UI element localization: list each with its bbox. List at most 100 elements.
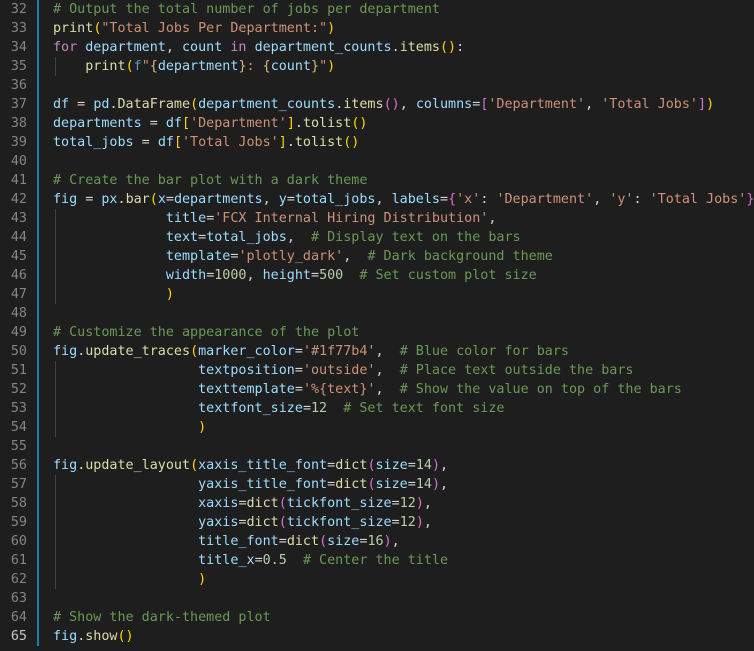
code-token: # Set custom plot size bbox=[359, 268, 537, 283]
code-line[interactable]: 53 textfont_size=12 # Set text font size bbox=[0, 399, 754, 418]
code-token: title bbox=[165, 211, 207, 226]
code-token: size bbox=[327, 534, 360, 549]
code-token: { bbox=[262, 59, 271, 74]
code-line[interactable]: 36 bbox=[0, 76, 754, 95]
code-token: 12 bbox=[399, 496, 416, 511]
code-line[interactable]: 63 bbox=[0, 589, 754, 608]
line-number: 44 bbox=[10, 230, 27, 245]
line-number: 52 bbox=[10, 382, 27, 397]
code-token: bar bbox=[125, 192, 150, 207]
code-token: , bbox=[585, 97, 602, 112]
code-line[interactable]: 42 fig = px.bar(x=departments, y=total_jo… bbox=[0, 190, 754, 209]
code-token: ( bbox=[278, 496, 287, 511]
code-line[interactable]: 43 title='FCX Internal Hiring Distributi… bbox=[0, 209, 754, 228]
code-token: title_x bbox=[198, 553, 255, 568]
code-token: dict bbox=[246, 515, 279, 530]
code-line[interactable]: 52 texttemplate='%{text}', # Show the va… bbox=[0, 380, 754, 399]
code-token: () bbox=[383, 97, 400, 112]
code-token: . bbox=[286, 135, 295, 150]
code-token: y bbox=[278, 192, 287, 207]
code-line[interactable]: 47 ) bbox=[0, 285, 754, 304]
code-token: , bbox=[375, 382, 400, 397]
code-line[interactable]: 37 df = pd.DataFrame(department_counts.it… bbox=[0, 95, 754, 114]
code-line[interactable]: 46 width=1000, height=500 # Set custom p… bbox=[0, 266, 754, 285]
code-token: # Set text font size bbox=[343, 401, 505, 416]
code-line[interactable]: 60 title_font=dict(size=16), bbox=[0, 532, 754, 551]
code-token: 12 bbox=[311, 401, 328, 416]
code-token: total_jobs bbox=[206, 230, 287, 245]
code-token: . bbox=[391, 40, 400, 55]
code-token: ) bbox=[431, 477, 440, 492]
code-token: 'Department' bbox=[496, 192, 594, 207]
code-token: "Total Jobs Per Department:" bbox=[101, 21, 328, 36]
code-token: 'Department' bbox=[190, 116, 287, 131]
code-line[interactable]: 41 # Create the bar plot with a dark them… bbox=[0, 171, 754, 190]
line-number: 54 bbox=[10, 420, 27, 435]
code-line[interactable]: 34 for department, count in department_co… bbox=[0, 38, 754, 57]
modified-gutter-indicator bbox=[37, 456, 39, 475]
code-token: = bbox=[286, 192, 295, 207]
code-token: x bbox=[157, 192, 166, 207]
line-number: 57 bbox=[10, 477, 27, 492]
code-token: = bbox=[294, 363, 303, 378]
line-number: 37 bbox=[10, 97, 27, 112]
code-line[interactable]: 33 print("Total Jobs Per Department:") bbox=[0, 19, 754, 38]
code-line[interactable]: 64 # Show the dark-themed plot bbox=[0, 608, 754, 627]
modified-gutter-indicator bbox=[37, 304, 39, 323]
modified-gutter-indicator bbox=[37, 589, 39, 608]
code-line[interactable]: 54 ) bbox=[0, 418, 754, 437]
code-token: xaxis bbox=[198, 496, 239, 511]
code-token: , bbox=[286, 230, 311, 245]
line-number: 63 bbox=[10, 591, 27, 606]
code-line[interactable]: 35 print(f"{department}: {count}") bbox=[0, 57, 754, 76]
line-number: 64 bbox=[10, 610, 27, 625]
code-line[interactable]: 51 textposition='outside', # Place text … bbox=[0, 361, 754, 380]
code-token: () bbox=[440, 40, 457, 55]
code-line[interactable]: 49 # Customize the appearance of the plot bbox=[0, 323, 754, 342]
code-token: items bbox=[343, 97, 384, 112]
code-token: show bbox=[85, 629, 118, 644]
code-token: update_traces bbox=[85, 344, 191, 359]
code-token: px bbox=[101, 192, 118, 207]
code-token: # Show the value on top of the bars bbox=[399, 382, 682, 397]
code-token: { bbox=[149, 59, 158, 74]
code-token: = bbox=[69, 97, 94, 112]
code-line[interactable]: 61 title_x=0.5 # Center the title bbox=[0, 551, 754, 570]
code-token: 'outside' bbox=[302, 363, 376, 378]
code-token: DataFrame bbox=[117, 97, 191, 112]
code-line[interactable]: 57 yaxis_title_font=dict(size=14), bbox=[0, 475, 754, 494]
code-text: title_font=dict(size=16), bbox=[53, 532, 400, 551]
code-token: ( bbox=[278, 515, 287, 530]
code-line[interactable]: 59 yaxis=dict(tickfont_size=12), bbox=[0, 513, 754, 532]
code-token: departments bbox=[53, 116, 142, 131]
code-text: departments = df['Department'].tolist() bbox=[53, 114, 367, 133]
code-editor[interactable]: 32 # Output the total number of jobs per … bbox=[0, 0, 754, 651]
code-line[interactable]: 45 template='plotly_dark', # Dark backgr… bbox=[0, 247, 754, 266]
code-line[interactable]: 39 total_jobs = df['Total Jobs'].tolist() bbox=[0, 133, 754, 152]
code-line[interactable]: 58 xaxis=dict(tickfont_size=12), bbox=[0, 494, 754, 513]
code-line[interactable]: 50 fig.update_traces(marker_color='#1f77b… bbox=[0, 342, 754, 361]
code-token: = bbox=[77, 192, 102, 207]
line-number: 59 bbox=[10, 515, 27, 530]
code-line[interactable]: 32 # Output the total number of jobs per … bbox=[0, 0, 754, 19]
code-line[interactable]: 40 bbox=[0, 152, 754, 171]
code-token: 'y' bbox=[609, 192, 634, 207]
code-token: : bbox=[633, 192, 650, 207]
code-token: } bbox=[311, 59, 320, 74]
code-token: ) bbox=[431, 458, 440, 473]
code-line[interactable]: 44 text=total_jobs, # Display text on th… bbox=[0, 228, 754, 247]
code-token: dict bbox=[335, 458, 368, 473]
code-token: size bbox=[375, 458, 408, 473]
code-line[interactable]: 48 bbox=[0, 304, 754, 323]
code-line[interactable]: 56 fig.update_layout(xaxis_title_font=dic… bbox=[0, 456, 754, 475]
indent-guide bbox=[55, 57, 56, 76]
code-token: 1000 bbox=[214, 268, 247, 283]
code-line[interactable]: 38 departments = df['Department'].tolist(… bbox=[0, 114, 754, 133]
code-line[interactable]: 65 fig.show() bbox=[0, 627, 754, 646]
code-line[interactable]: 62 ) bbox=[0, 570, 754, 589]
code-token: , bbox=[165, 40, 182, 55]
code-line[interactable]: 55 bbox=[0, 437, 754, 456]
